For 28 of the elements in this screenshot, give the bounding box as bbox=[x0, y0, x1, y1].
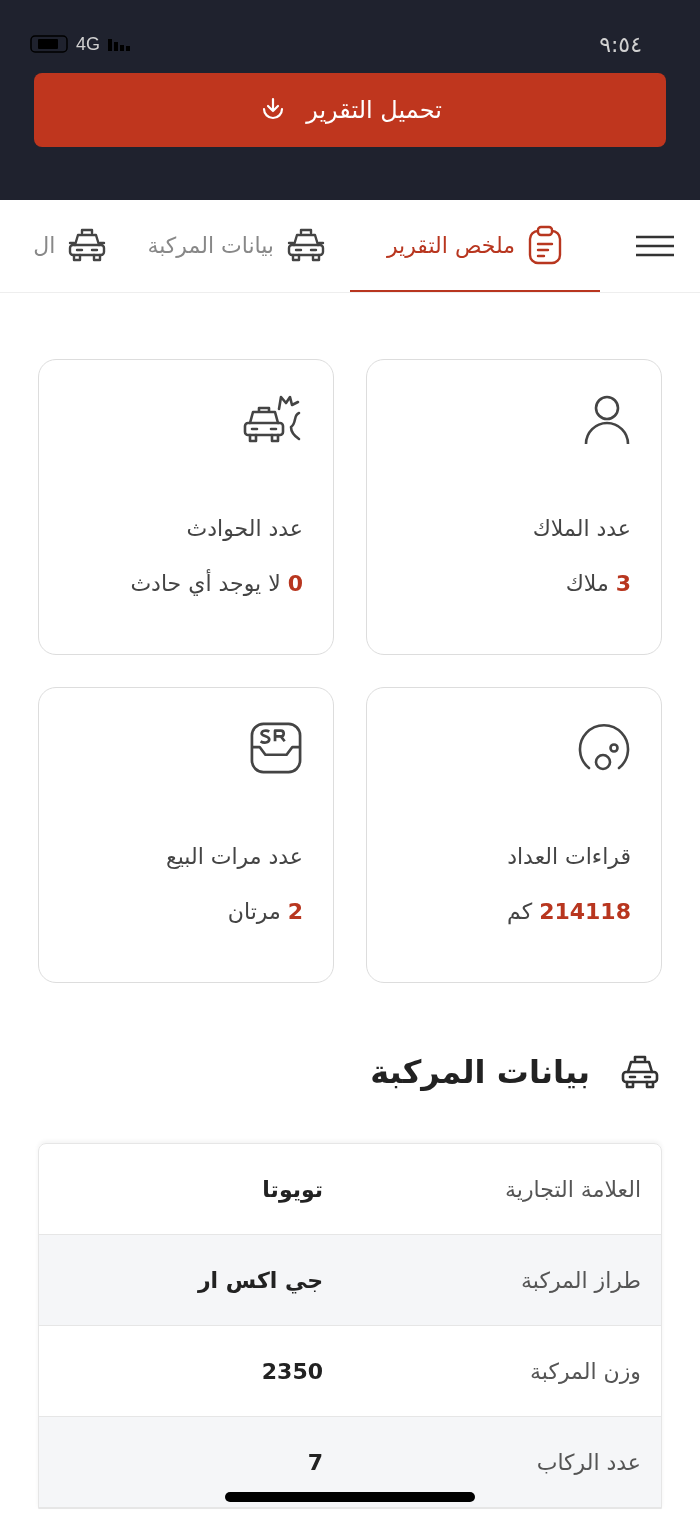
field-label: وزن المركبة bbox=[529, 1358, 642, 1384]
card-title: عدد الحوادث bbox=[186, 516, 303, 541]
sr-badge-icon bbox=[249, 722, 303, 774]
card-title: عدد مرات البيع bbox=[166, 844, 303, 869]
field-label: طراز المركبة bbox=[520, 1267, 642, 1293]
clipboard-icon bbox=[527, 225, 564, 265]
field-value: 7 bbox=[306, 1449, 324, 1475]
section-title: بيانات المركبة bbox=[370, 1053, 590, 1091]
card-title: عدد الملاك bbox=[532, 516, 631, 541]
field-value: تويوتا bbox=[261, 1176, 324, 1202]
field-label: عدد الركاب bbox=[535, 1449, 642, 1475]
status-time: ٩:٥٤ bbox=[599, 31, 642, 57]
tab[interactable]: ملخص التقرير bbox=[350, 200, 600, 292]
menu-icon[interactable] bbox=[636, 235, 674, 257]
field-value: جي اكس ار bbox=[196, 1267, 324, 1293]
person-icon bbox=[583, 394, 631, 446]
network-label: 4G bbox=[76, 33, 100, 55]
battery-icon bbox=[30, 35, 70, 53]
tab[interactable]: بيانات المركبة bbox=[147, 200, 326, 292]
field-label: العلامة التجارية bbox=[503, 1176, 642, 1202]
download-report-button[interactable]: تحميل التقرير bbox=[34, 73, 666, 147]
card-title: قراءات العداد bbox=[507, 844, 631, 869]
car-icon bbox=[620, 1054, 660, 1090]
field-value: 2350 bbox=[260, 1358, 324, 1384]
car-icon bbox=[286, 227, 326, 263]
tab[interactable]: ال bbox=[33, 200, 108, 292]
car-icon bbox=[67, 227, 108, 263]
signal-icon bbox=[106, 37, 132, 51]
